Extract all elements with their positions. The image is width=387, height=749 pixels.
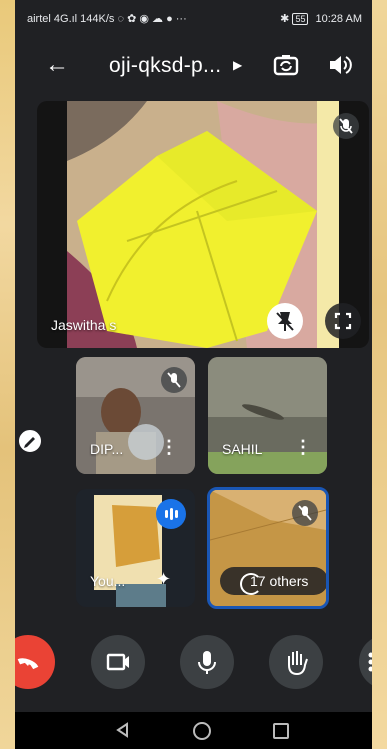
bluetooth-icon: ✱	[280, 13, 293, 25]
background-right	[371, 0, 387, 749]
more-options-button[interactable]	[359, 635, 372, 689]
microphone-toggle-button[interactable]	[180, 635, 234, 689]
main-participant-tile[interactable]: Jaswitha s	[37, 101, 369, 348]
edit-pencil-icon[interactable]	[17, 428, 43, 454]
others-count: 17 others	[250, 573, 309, 589]
raise-hand-button[interactable]	[269, 635, 323, 689]
back-arrow-icon[interactable]: ←	[45, 50, 69, 80]
camera-toggle-button[interactable]	[91, 635, 145, 689]
participant-name: SAHIL	[222, 441, 263, 457]
hang-up-button[interactable]	[15, 635, 55, 689]
status-time: 10:28 AM	[315, 13, 362, 25]
nav-home-icon[interactable]	[193, 722, 211, 740]
others-count-pill[interactable]: 17 others	[220, 567, 326, 595]
participant-name: DIP...	[90, 441, 124, 457]
participant-name: You...	[90, 573, 126, 589]
pin-off-button[interactable]	[267, 303, 303, 339]
main-participant-name: Jaswitha s	[51, 317, 117, 333]
meeting-code[interactable]: oji-qksd-p...	[109, 54, 221, 78]
chevron-right-icon[interactable]: ▶	[233, 58, 242, 72]
more-vert-icon[interactable]: ⋮	[160, 437, 178, 458]
self-tile[interactable]: You... ✦	[76, 489, 195, 607]
participant-tile-sahil[interactable]: SAHIL ⋮	[208, 357, 327, 474]
speaking-indicator-icon	[156, 499, 186, 529]
more-vert-icon[interactable]: ⋮	[294, 437, 312, 458]
meet-screen: airtel 4G.ıl 144K/s ◌ ✿ ◉ ☁ ● ··· ✱ 55 1…	[15, 0, 372, 749]
system-nav-bar	[15, 712, 372, 749]
mic-off-icon	[161, 367, 187, 393]
nav-back-icon[interactable]	[115, 722, 131, 738]
effects-sparkle-icon[interactable]: ✦	[156, 569, 171, 590]
call-controls	[15, 630, 372, 690]
nav-recents-icon[interactable]	[273, 723, 289, 739]
battery-icon: 55	[292, 13, 309, 25]
others-tile[interactable]: 17 others	[207, 487, 329, 609]
status-left: airtel 4G.ıl 144K/s ◌ ✿ ◉ ☁ ● ···	[27, 13, 187, 25]
background-left	[0, 0, 16, 749]
switch-camera-icon[interactable]	[272, 51, 300, 79]
fullscreen-button[interactable]	[325, 303, 361, 339]
status-right: ✱ 55 10:28 AM	[280, 12, 362, 25]
mic-off-icon	[333, 113, 359, 139]
participant-tile-dip[interactable]: DIP... ⋮	[76, 357, 195, 474]
mic-off-icon	[292, 500, 318, 526]
status-bar: airtel 4G.ıl 144K/s ◌ ✿ ◉ ☁ ● ··· ✱ 55 1…	[15, 0, 372, 38]
app-bar: ← oji-qksd-p... ▶	[15, 44, 372, 90]
speaker-icon[interactable]	[327, 52, 353, 78]
